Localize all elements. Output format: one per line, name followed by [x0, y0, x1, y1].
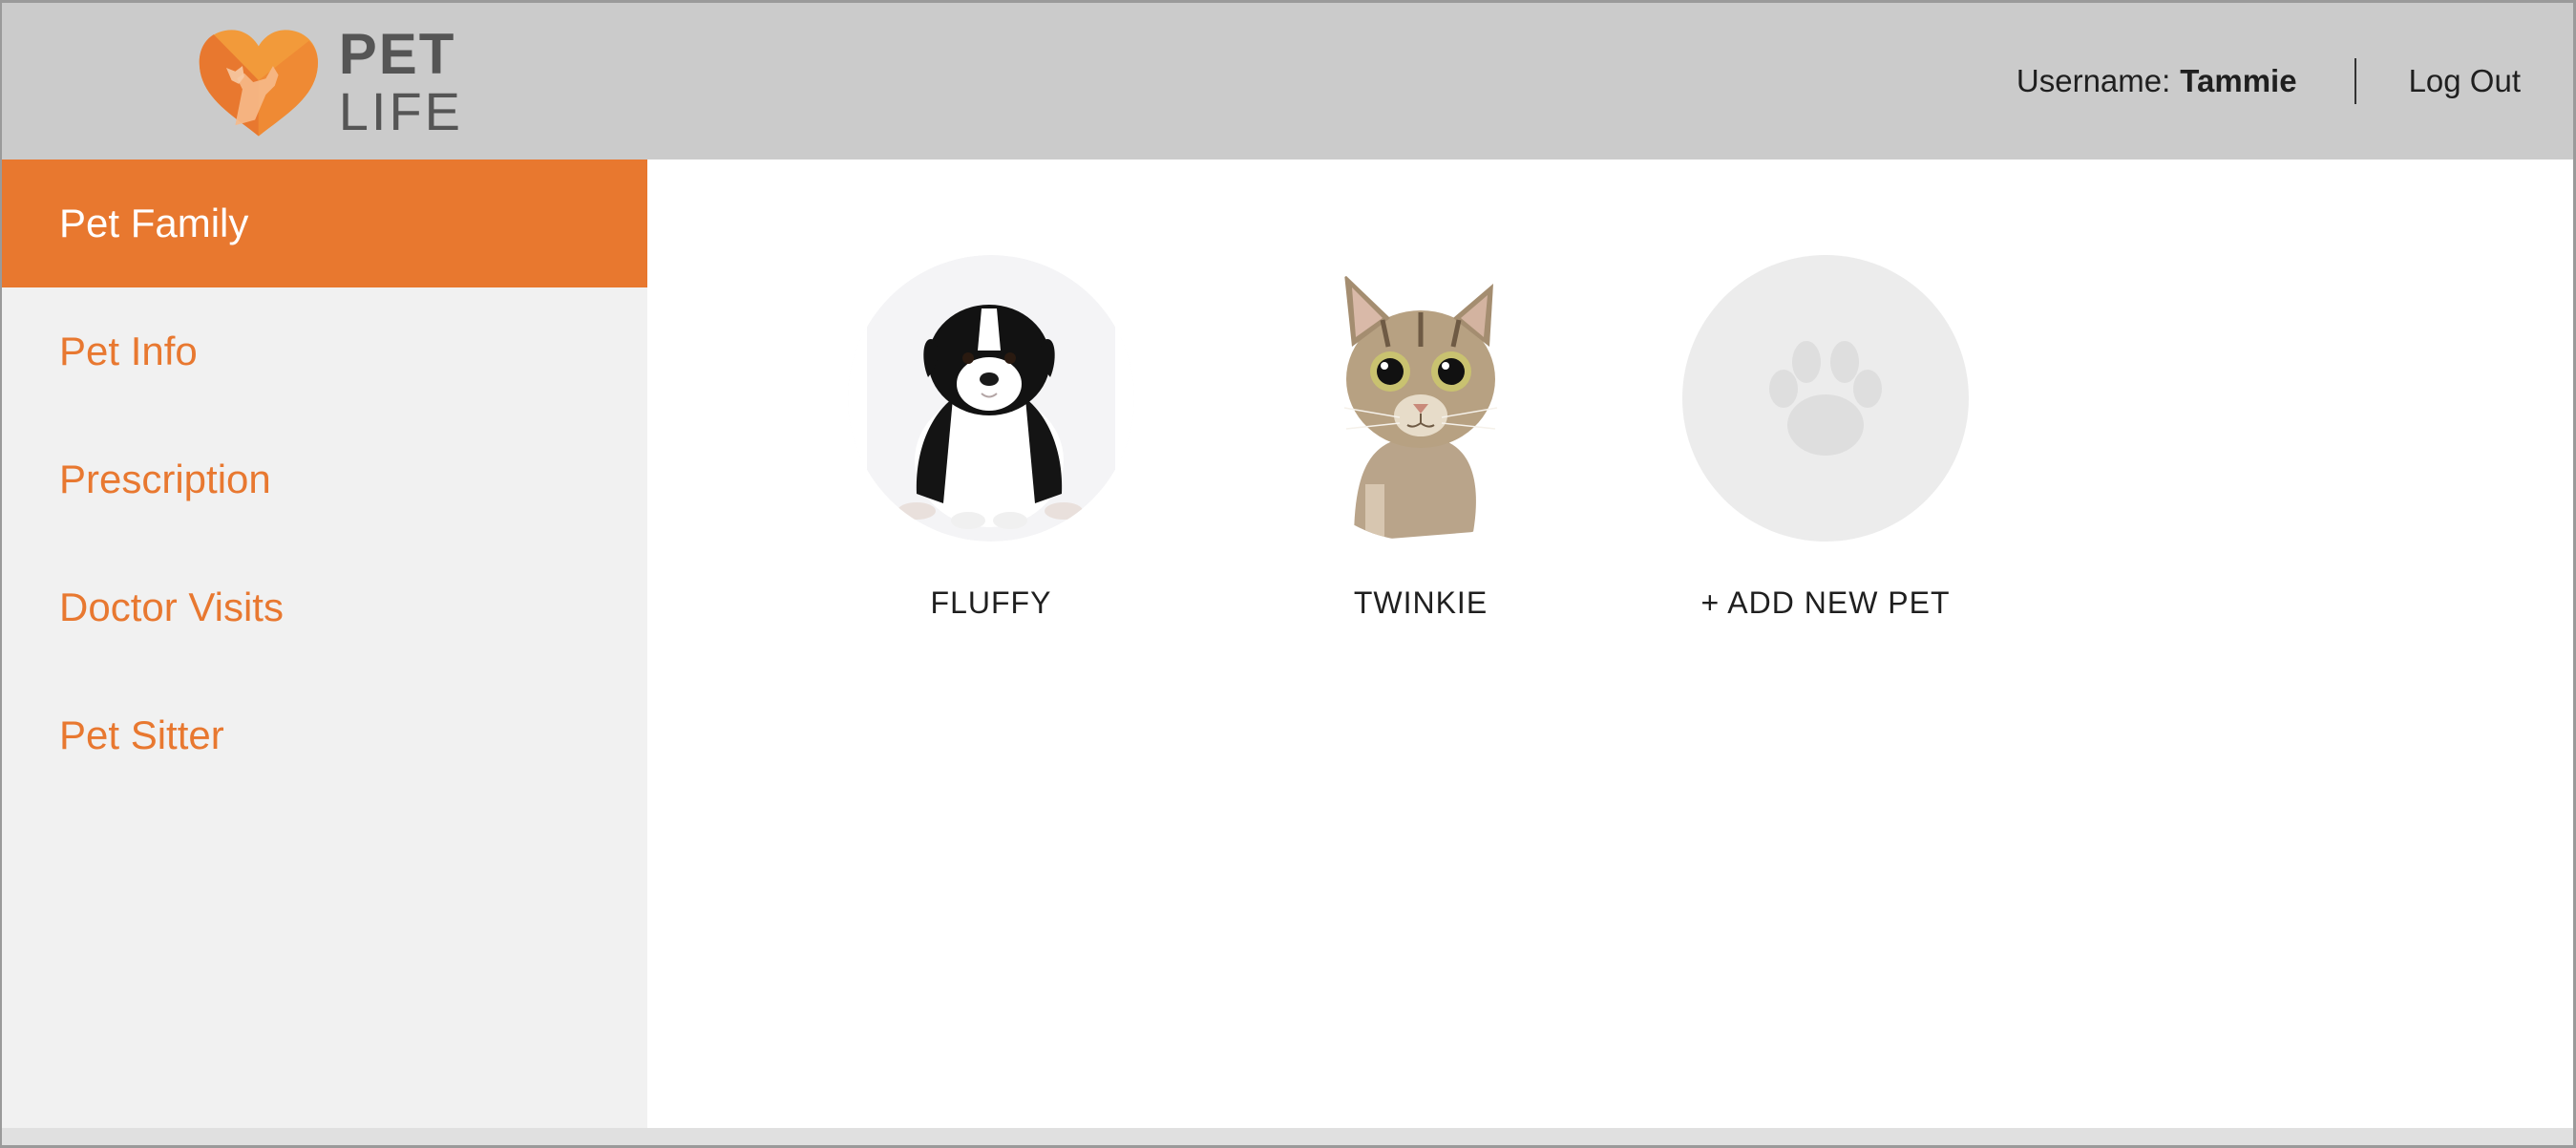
- sidebar-item-label: Pet Sitter: [59, 712, 224, 757]
- sidebar-item-label: Prescription: [59, 457, 271, 501]
- add-pet-circle: [1682, 255, 1969, 542]
- sidebar: Pet Family Pet Info Prescription Doctor …: [2, 159, 647, 1134]
- add-new-pet-button[interactable]: + ADD NEW PET: [1682, 255, 1969, 637]
- pet-name: TWINKIE: [1353, 585, 1489, 620]
- main-content: FLUFFY TWINKIE + ADD NEW PET: [647, 159, 2573, 1134]
- sidebar-item-pet-family[interactable]: Pet Family: [2, 159, 647, 287]
- cat-photo: [1277, 255, 1564, 542]
- username-label: Username:: [2016, 63, 2171, 98]
- sidebar-item-pet-sitter[interactable]: Pet Sitter: [2, 671, 647, 799]
- sidebar-item-label: Doctor Visits: [59, 585, 284, 629]
- bottom-strip: [2, 1128, 2573, 1145]
- user-area: Username: Tammie Log Out: [2016, 3, 2521, 159]
- header-divider: [2354, 58, 2356, 104]
- pet-card-twinkie[interactable]: TWINKIE: [1277, 255, 1564, 637]
- heart-pet-logo-icon: [199, 29, 318, 136]
- sidebar-item-label: Pet Info: [59, 329, 198, 373]
- sidebar-item-prescription[interactable]: Prescription: [2, 415, 647, 543]
- app-window: PET LIFE Username: Tammie Log Out Pet Fa…: [0, 0, 2576, 1148]
- top-header: PET LIFE Username: Tammie Log Out: [2, 3, 2573, 159]
- brand-logo[interactable]: PET LIFE: [196, 22, 463, 141]
- add-new-pet-label: + ADD NEW PET: [1700, 585, 1951, 620]
- username-value: Tammie: [2180, 63, 2297, 98]
- sidebar-item-doctor-visits[interactable]: Doctor Visits: [2, 543, 647, 671]
- brand-line-1: PET: [338, 21, 456, 86]
- logout-link[interactable]: Log Out: [2409, 63, 2521, 99]
- paw-icon: [1769, 341, 1882, 456]
- puppy-photo: [848, 255, 1134, 542]
- pet-name: FLUFFY: [930, 585, 1052, 620]
- pet-card-fluffy[interactable]: FLUFFY: [848, 255, 1134, 637]
- sidebar-item-label: Pet Family: [59, 201, 249, 245]
- brand-line-2: LIFE: [338, 80, 463, 141]
- sidebar-item-pet-info[interactable]: Pet Info: [2, 287, 647, 415]
